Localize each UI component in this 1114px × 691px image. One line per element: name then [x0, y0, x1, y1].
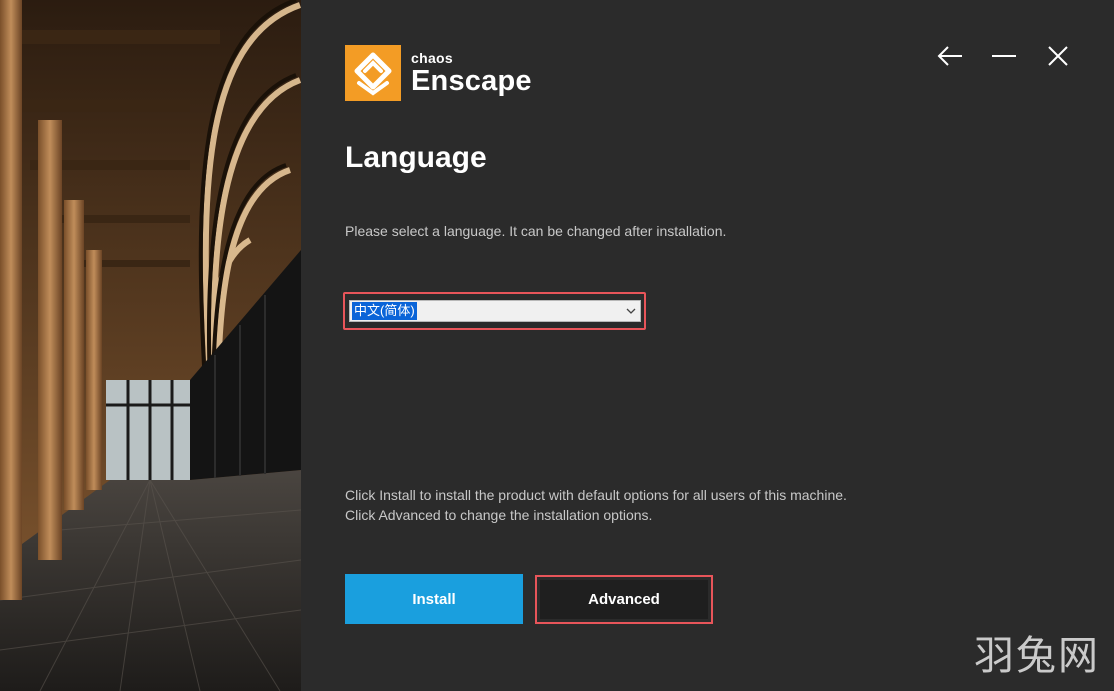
hero-corridor-illustration: [0, 0, 301, 691]
page-subtitle: Please select a language. It can be chan…: [345, 223, 727, 239]
close-button[interactable]: [1042, 42, 1074, 70]
install-info-line-1: Click Install to install the product wit…: [345, 487, 847, 503]
enscape-logo-mark-icon: [345, 45, 401, 101]
language-select[interactable]: 中文(简体): [349, 300, 641, 322]
back-button[interactable]: [934, 42, 966, 70]
chevron-down-icon[interactable]: [624, 304, 638, 318]
install-info-line-2: Click Advanced to change the installatio…: [345, 507, 653, 523]
arrow-left-icon: [937, 46, 962, 66]
advanced-button-highlight: Advanced: [535, 575, 713, 624]
install-button[interactable]: Install: [345, 574, 523, 624]
language-select-highlight: 中文(简体): [343, 292, 646, 330]
enscape-logo: chaos Enscape: [345, 45, 532, 101]
window-controls: [934, 42, 1074, 70]
install-info: Click Install to install the product wit…: [345, 485, 847, 525]
page-title: Language: [345, 141, 487, 174]
language-selected-value: 中文(简体): [352, 302, 417, 320]
hero-image: [0, 0, 301, 691]
close-icon: [1048, 46, 1068, 66]
brand-name-text: Enscape: [411, 64, 532, 97]
advanced-button[interactable]: Advanced: [540, 580, 708, 619]
brand-small-text: chaos: [411, 49, 453, 66]
minimize-icon: [992, 55, 1016, 57]
watermark: 羽兔网: [974, 633, 1100, 679]
minimize-button[interactable]: [988, 42, 1020, 70]
installer-panel: chaos Enscape Language Please select a l…: [301, 0, 1114, 691]
